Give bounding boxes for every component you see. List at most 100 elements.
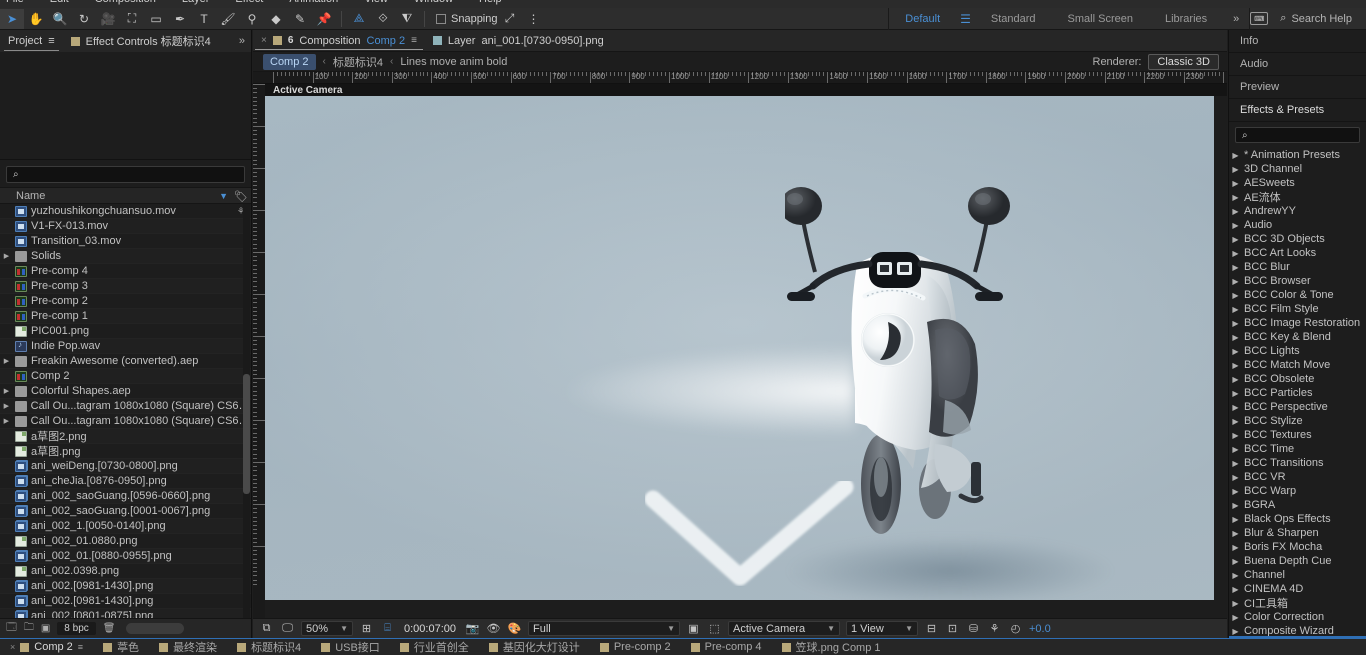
project-item-row[interactable]: ▶ Solids: [0, 249, 251, 264]
project-item-row[interactable]: Pre-comp 1: [0, 309, 251, 324]
project-item-row[interactable]: ani_002_01.0880.png: [0, 534, 251, 549]
disclosure-triangle-icon[interactable]: ▶: [1231, 501, 1240, 510]
timeline-tab[interactable]: Pre-comp 2: [590, 641, 681, 653]
project-item-row[interactable]: ani_002.[0981-1430].png: [0, 594, 251, 609]
comp-flowchart-icon[interactable]: ⚘: [987, 622, 1002, 636]
disclosure-triangle-icon[interactable]: ▶: [1231, 613, 1240, 622]
effect-category-row[interactable]: ▶ AE流体: [1231, 190, 1366, 204]
disclosure-triangle-icon[interactable]: ▶: [1231, 403, 1240, 412]
disclosure-triangle-icon[interactable]: ▶: [1231, 529, 1240, 538]
timeline-tab[interactable]: 基因化大灯设计: [479, 639, 590, 655]
project-search-input[interactable]: [22, 168, 238, 181]
timeline-tab[interactable]: USB接口: [311, 639, 390, 655]
project-item-row[interactable]: ani_002_saoGuang.[0596-0660].png: [0, 489, 251, 504]
effect-category-row[interactable]: ▶ Channel: [1231, 568, 1366, 582]
shape-tool[interactable]: ▭: [144, 9, 168, 29]
disclosure-triangle-icon[interactable]: ▶: [1231, 277, 1240, 286]
vertical-ruler[interactable]: [253, 84, 265, 618]
menu-item-effect[interactable]: Effect: [235, 0, 263, 5]
effect-category-row[interactable]: ▶ BCC Transitions: [1231, 456, 1366, 470]
project-item-row[interactable]: ani_002.0398.png: [0, 564, 251, 579]
disclosure-triangle-icon[interactable]: ▶: [1231, 431, 1240, 440]
effect-category-row[interactable]: ▶ BCC Match Move: [1231, 358, 1366, 372]
effect-category-row[interactable]: ▶ BGRA: [1231, 498, 1366, 512]
camera-select[interactable]: Active Camera ▼: [728, 621, 840, 636]
disclosure-triangle-icon[interactable]: ▶: [1231, 473, 1240, 482]
disclosure-triangle-icon[interactable]: ▶: [1231, 207, 1240, 216]
effect-category-row[interactable]: ▶ BCC Key & Blend: [1231, 330, 1366, 344]
rotation-tool[interactable]: ↻: [72, 9, 96, 29]
roto-brush-tool[interactable]: ✎: [288, 9, 312, 29]
project-item-row[interactable]: ▶ Call Ou...tagram 1080x1080 (Square) CS6…: [0, 414, 251, 429]
delete-icon[interactable]: 🗑: [103, 623, 116, 634]
clone-stamp-tool[interactable]: ⚲: [240, 9, 264, 29]
project-item-row[interactable]: ▶ Call Ou...tagram 1080x1080 (Square) CS6…: [0, 399, 251, 414]
composition-panel-menu-icon[interactable]: ≡: [411, 35, 417, 46]
breadcrumb-item-1[interactable]: 标题标识4: [333, 54, 383, 70]
disclosure-triangle-icon[interactable]: ▶: [1231, 543, 1240, 552]
project-item-row[interactable]: a草图.png: [0, 444, 251, 459]
disclosure-triangle-icon[interactable]: ▶: [2, 387, 11, 395]
effect-category-row[interactable]: ▶ 3D Channel: [1231, 162, 1366, 176]
brush-tool[interactable]: 🖌: [216, 9, 240, 29]
always-preview-this-view-icon[interactable]: ⧉: [259, 622, 274, 636]
effect-category-row[interactable]: ▶ Buena Depth Cue: [1231, 554, 1366, 568]
puppet-pin-tool[interactable]: 📌: [312, 9, 336, 29]
project-item-row[interactable]: Pre-comp 2: [0, 294, 251, 309]
transparency-grid-icon[interactable]: ⬚: [707, 622, 722, 636]
hand-tool[interactable]: ✋: [24, 9, 48, 29]
effects-search-box[interactable]: ⌕: [1235, 127, 1360, 143]
project-item-row[interactable]: yuzhoushikongchuansuo.mov ⚘: [0, 204, 251, 219]
disclosure-triangle-icon[interactable]: ▶: [2, 252, 11, 260]
align-tool[interactable]: ⤢: [498, 9, 522, 29]
take-snapshot-icon[interactable]: 📷: [465, 622, 480, 636]
effect-category-row[interactable]: ▶ BCC Blur: [1231, 260, 1366, 274]
snapping-checkbox[interactable]: [436, 13, 446, 24]
menu-item-file[interactable]: File: [6, 0, 24, 5]
project-item-row[interactable]: Pre-comp 3: [0, 279, 251, 294]
timeline-tab[interactable]: 最终渲染: [149, 639, 227, 655]
effect-category-row[interactable]: ▶ BCC Warp: [1231, 484, 1366, 498]
project-item-row[interactable]: ▶ Colorful Shapes.aep: [0, 384, 251, 399]
fast-previews-icon[interactable]: ⊡: [945, 622, 960, 636]
region-of-interest-icon[interactable]: ⊞: [359, 622, 374, 636]
workspace-small-screen[interactable]: Small Screen: [1052, 8, 1149, 30]
project-bit-depth[interactable]: 8 bpc: [57, 622, 96, 635]
effect-category-row[interactable]: ▶ Blur & Sharpen: [1231, 526, 1366, 540]
project-item-row[interactable]: Pre-comp 4: [0, 264, 251, 279]
effect-category-row[interactable]: ▶ BCC Textures: [1231, 428, 1366, 442]
project-item-row[interactable]: ▶ Freakin Awesome (converted).aep: [0, 354, 251, 369]
effect-category-row[interactable]: ▶ BCC Film Style: [1231, 302, 1366, 316]
timeline-tab[interactable]: 笠球.png Comp 1: [772, 639, 891, 655]
toggle-mask-paths-icon[interactable]: ⌸: [380, 622, 395, 636]
main-viewer-icon[interactable]: 🖵: [280, 622, 295, 636]
timeline-tab[interactable]: Pre-comp 4: [681, 641, 772, 653]
horizontal-ruler[interactable]: 100 200 300 400 500 600 700 800 900 1000 1100 1200 1…: [253, 72, 1227, 84]
disclosure-triangle-icon[interactable]: ▶: [1231, 291, 1240, 300]
disclosure-triangle-icon[interactable]: ▶: [1231, 389, 1240, 398]
pen-tool[interactable]: ✒: [168, 9, 192, 29]
project-item-row[interactable]: Comp 2: [0, 369, 251, 384]
composition-stage[interactable]: Active Camera: [265, 84, 1227, 618]
effect-category-row[interactable]: ▶ BCC Image Restoration: [1231, 316, 1366, 330]
workspace-overflow-icon[interactable]: »: [1223, 13, 1249, 25]
effect-category-row[interactable]: ▶ AESweets: [1231, 176, 1366, 190]
effect-category-row[interactable]: ▶ BCC VR: [1231, 470, 1366, 484]
effect-category-row[interactable]: ▶ Black Ops Effects: [1231, 512, 1366, 526]
project-item-row[interactable]: ani_cheJia.[0876-0950].png: [0, 474, 251, 489]
disclosure-triangle-icon[interactable]: ▶: [1231, 361, 1240, 370]
local-axis-mode[interactable]: ⟁: [347, 9, 371, 29]
panel-preview[interactable]: Preview: [1229, 76, 1366, 99]
disclosure-triangle-icon[interactable]: ▶: [1231, 417, 1240, 426]
menu-item-help[interactable]: Help: [479, 0, 502, 5]
timeline-icon[interactable]: ⛁: [966, 622, 981, 636]
disclosure-triangle-icon[interactable]: ▶: [1231, 585, 1240, 594]
composition-canvas[interactable]: [265, 96, 1214, 600]
project-item-row[interactable]: ani_002_saoGuang.[0001-0067].png: [0, 504, 251, 519]
panel-info[interactable]: Info: [1229, 30, 1366, 53]
effect-category-row[interactable]: ▶ BCC 3D Objects: [1231, 232, 1366, 246]
search-help-box[interactable]: ⌕ Search Help: [1274, 9, 1360, 28]
effect-category-row[interactable]: ▶ * Animation Presets: [1231, 148, 1366, 162]
breadcrumb-current[interactable]: Comp 2: [263, 53, 316, 70]
disclosure-triangle-icon[interactable]: ▶: [1231, 221, 1240, 230]
